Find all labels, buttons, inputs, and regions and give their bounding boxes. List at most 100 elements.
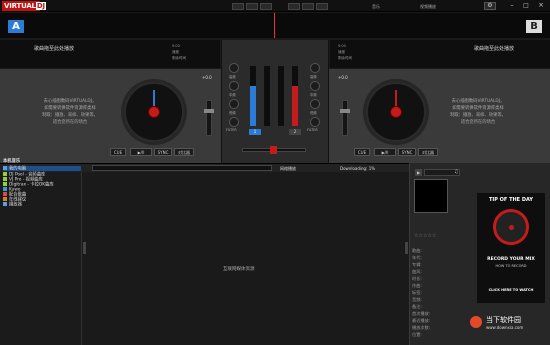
deck-a-play-button[interactable]: ▶/II bbox=[130, 148, 152, 156]
layout-button-2[interactable] bbox=[246, 3, 258, 10]
meta-play-count-label: 播放次数: bbox=[412, 325, 431, 330]
deck-a-badge[interactable]: A bbox=[8, 20, 24, 33]
tip-of-the-day-panel[interactable]: TIP OF THE DAY RECORD YOUR MIX HOW TO RE… bbox=[477, 193, 545, 303]
rating-stars[interactable]: ☆☆☆☆☆ bbox=[414, 233, 436, 239]
mixer-b-mid-label: 中频 bbox=[310, 93, 317, 97]
layout-button-4[interactable] bbox=[288, 3, 300, 10]
deck-b-cue-button[interactable]: CUE bbox=[354, 148, 370, 156]
deck-b-info: 5:00 速度 剩余时间 歌曲拖至此处播放 bbox=[330, 40, 550, 68]
sidebar-play-icon[interactable]: ▶ bbox=[415, 169, 422, 176]
mixer-b-filter-knob[interactable] bbox=[310, 117, 320, 127]
search-input[interactable] bbox=[92, 165, 272, 171]
empty-list-message: 互联网媒体资源 bbox=[223, 267, 255, 272]
virtualdj-logo: VIRTUALDJ bbox=[2, 1, 46, 11]
deck-a-info: 歌曲拖至此处播放 5:00 速度 剩余时间 bbox=[0, 40, 220, 68]
record-disc-icon bbox=[493, 209, 529, 245]
layout-button-3[interactable] bbox=[260, 3, 272, 10]
mixer-b-low-knob[interactable] bbox=[310, 99, 320, 109]
meta-composer-label: 作曲: bbox=[412, 283, 422, 288]
deck-b-remain: 剩余时间 bbox=[338, 56, 352, 60]
mixer-channel-b-button[interactable]: 2 bbox=[289, 129, 301, 135]
meta-year-label: 年代: bbox=[412, 255, 422, 260]
mixer-b-mid-knob[interactable] bbox=[310, 81, 320, 91]
folder-item-local[interactable]: 本机音乐 bbox=[3, 159, 20, 164]
video-label: 视频播放 bbox=[420, 4, 436, 9]
mixer-a-filter-knob[interactable] bbox=[229, 117, 239, 127]
folder-tree: 本机音乐 我的电脑 DJ Pool - 音频曲库 VJ Pro - 视频曲库 D… bbox=[0, 159, 82, 345]
deck-b-gain-label: +0.0 bbox=[338, 75, 348, 80]
meta-first-play-label: 首次播放: bbox=[412, 311, 431, 316]
file-list[interactable]: 互联网媒体资源 bbox=[83, 172, 408, 345]
mixer-a-filter-label: FILTER bbox=[226, 128, 237, 132]
deck-b-badge[interactable]: B bbox=[526, 20, 542, 33]
mixer-channel-a-button[interactable]: 1 bbox=[249, 129, 261, 135]
left-collapse-handle[interactable] bbox=[83, 242, 86, 254]
tip-watch-link[interactable]: CLICK HERE TO WATCH bbox=[477, 288, 545, 292]
crossfader[interactable] bbox=[242, 146, 306, 154]
waveform-strip[interactable] bbox=[0, 13, 550, 38]
deck-b-pfl-button[interactable]: 对比器 bbox=[418, 148, 438, 156]
deck-b-help: 去心插图数码VIRTUALDJ， 如需要转换软件资源库类样 制取：播放、采样、效果等… bbox=[450, 99, 506, 125]
settings-icon[interactable]: ⚙ bbox=[484, 2, 496, 10]
meta-last-play-label: 最近播放: bbox=[412, 318, 431, 323]
layout-button-5[interactable] bbox=[302, 3, 314, 10]
tip-line-2: HOW TO RECORD bbox=[495, 264, 527, 268]
folder-item-computer[interactable]: 我的电脑 bbox=[3, 166, 81, 172]
mixer-a-low-knob[interactable] bbox=[229, 99, 239, 109]
mixer-a-high-knob[interactable] bbox=[229, 63, 239, 73]
tip-title: TIP OF THE DAY bbox=[489, 197, 533, 203]
watermark-logo-icon bbox=[470, 316, 482, 328]
meta-tag-label: 标签: bbox=[412, 290, 422, 295]
deck-a-sync-button[interactable]: SYNC bbox=[154, 148, 172, 156]
mixer-vu-meter-left bbox=[264, 66, 270, 126]
mode-label: 音乐 bbox=[372, 4, 380, 9]
mixer-b-low-label: 低频 bbox=[310, 111, 317, 115]
headphones-icon[interactable]: ♫ bbox=[454, 169, 458, 175]
mixer-a-high-label: 高频 bbox=[229, 75, 236, 79]
deck-b-bpm: 5:00 bbox=[338, 44, 346, 48]
deck-a-bpm: 5:00 bbox=[172, 44, 180, 48]
watermark-text: 当下软件园 bbox=[486, 316, 521, 324]
mixer-b-filter-label: FILTER bbox=[307, 128, 318, 132]
deck-a-wheel-marker bbox=[153, 90, 155, 106]
watermark-url: www.downxia.com bbox=[486, 325, 524, 330]
meta-album-label: 专辑: bbox=[412, 262, 422, 267]
folder-item-player[interactable]: 播放器 bbox=[3, 202, 22, 208]
meta-title-label: 歌曲: bbox=[412, 248, 422, 253]
maximize-icon[interactable]: □ bbox=[520, 2, 532, 10]
waveform-cursor bbox=[274, 13, 275, 38]
deck-a-pfl-button[interactable]: 对比器 bbox=[174, 148, 194, 156]
deck-b-pitch-slider[interactable] bbox=[340, 100, 350, 136]
deck-a-remain: 剩余时间 bbox=[172, 56, 186, 60]
mixer-b-volume-fader[interactable] bbox=[292, 66, 298, 126]
deck-b-pitch: 速度 bbox=[338, 50, 345, 54]
title-bar: VIRTUALDJ 音乐 视频播放 ⚙ – □ × bbox=[0, 0, 550, 12]
mixer-vu-meter-right bbox=[278, 66, 284, 126]
deck-b-wheel-marker bbox=[395, 90, 397, 106]
layout-button-6[interactable] bbox=[316, 3, 328, 10]
minimize-icon[interactable]: – bbox=[506, 2, 518, 10]
deck-a-help: 去心插图数码VIRTUALDJ， 如需要转换软件资源库类样 制取：播放、采样、效果等… bbox=[42, 99, 98, 125]
mixer-b-high-knob[interactable] bbox=[310, 63, 320, 73]
deck-b-play-button[interactable]: ▶/II bbox=[374, 148, 396, 156]
meta-length-label: 时长: bbox=[412, 276, 422, 281]
deck-a-cue-button[interactable]: CUE bbox=[110, 148, 126, 156]
mixer-a-mid-label: 中频 bbox=[229, 93, 236, 97]
meta-genre-label: 曲风: bbox=[412, 269, 422, 274]
meta-comment-label: 备注: bbox=[412, 304, 422, 309]
mixer-b-high-label: 高频 bbox=[310, 75, 317, 79]
deck-b-jogwheel[interactable] bbox=[366, 82, 426, 142]
downloading-status: Downloading: 1% bbox=[340, 166, 376, 171]
close-icon[interactable]: × bbox=[535, 2, 547, 10]
deck-a-jogwheel[interactable] bbox=[124, 82, 184, 142]
layout-button-1[interactable] bbox=[232, 3, 244, 10]
deck-a-title: 歌曲拖至此处播放 bbox=[34, 46, 75, 52]
right-collapse-handle[interactable] bbox=[405, 242, 408, 254]
mixer-a-volume-fader[interactable] bbox=[250, 66, 256, 126]
mixer-a-mid-knob[interactable] bbox=[229, 81, 239, 91]
mixer-a-low-label: 低频 bbox=[229, 111, 236, 115]
deck-a-pitch-slider[interactable] bbox=[204, 100, 214, 136]
deck-a-pitch: 速度 bbox=[172, 50, 179, 54]
deck-b-sync-button[interactable]: SYNC bbox=[398, 148, 416, 156]
tip-line-1: RECORD YOUR MIX bbox=[487, 257, 535, 262]
